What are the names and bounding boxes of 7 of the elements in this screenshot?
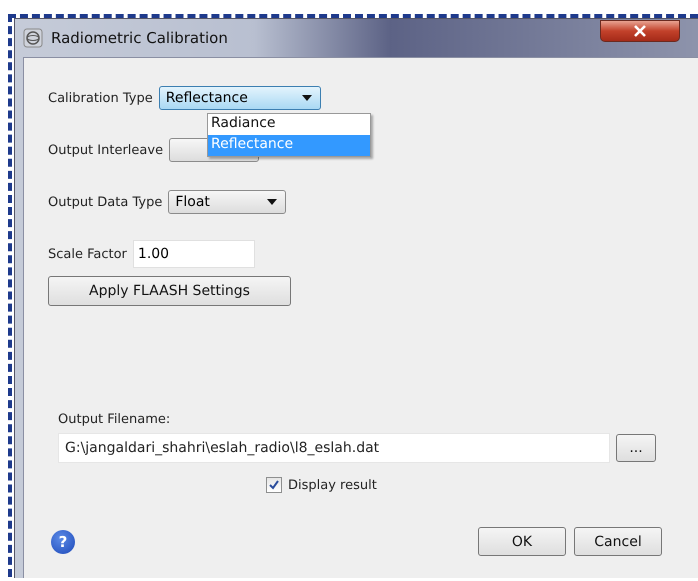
field-label: Output Data Type	[48, 194, 162, 210]
field-label: Scale Factor	[48, 246, 127, 262]
output-filename-label: Output Filename:	[58, 412, 172, 427]
display-result-label: Display result	[288, 478, 377, 492]
window-title: Radiometric Calibration	[51, 29, 228, 47]
field-label: Output Interleave	[48, 142, 164, 158]
field-label: Calibration Type	[48, 90, 153, 106]
